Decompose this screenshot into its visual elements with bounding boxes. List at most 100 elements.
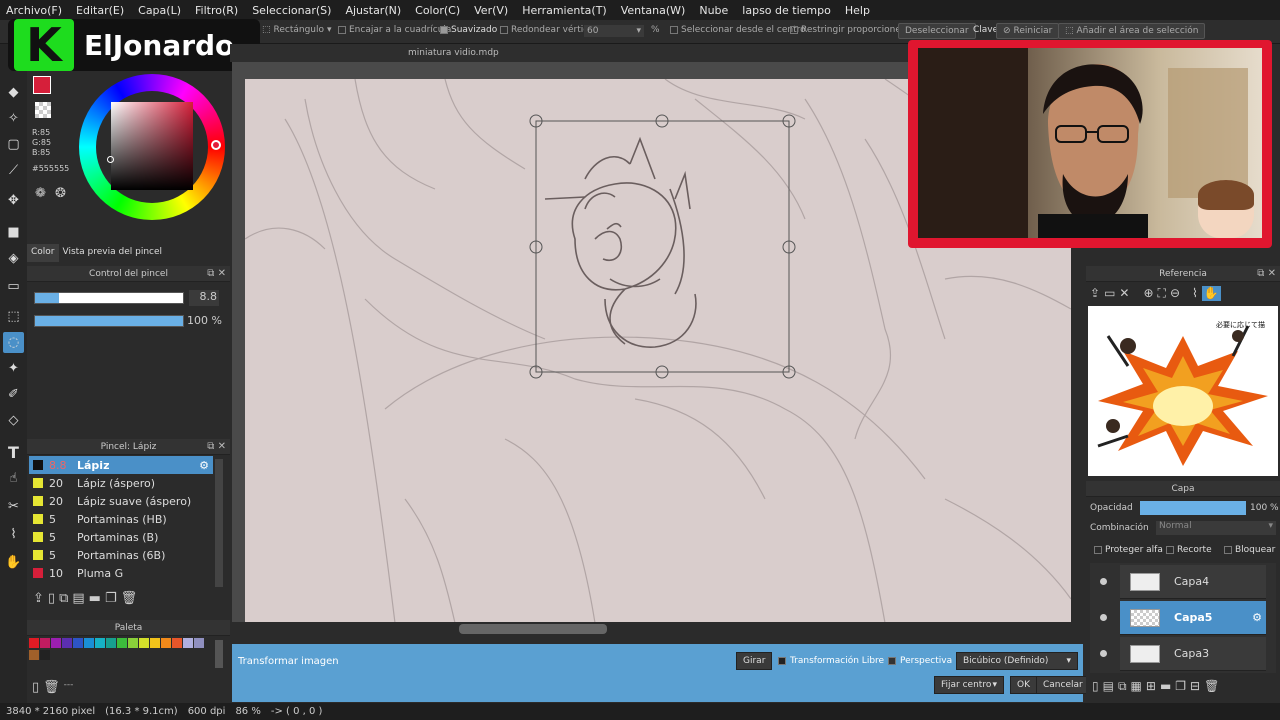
text-tool-icon[interactable]: T xyxy=(3,442,24,463)
smooth-checkbox[interactable]: Suavizado xyxy=(440,25,497,35)
eye-icon[interactable] xyxy=(1100,650,1107,657)
list-item[interactable]: 8.8 Lápiz ⚙ xyxy=(29,456,213,474)
new-halftone-icon[interactable]: ▤ xyxy=(1103,679,1114,694)
interpolation-select[interactable]: Bicúbico (Definido) ▾ xyxy=(956,652,1078,670)
operation-tool-icon[interactable]: ☝ xyxy=(3,468,24,489)
new-palette-icon[interactable]: ▯ xyxy=(32,680,39,695)
new-brush-icon[interactable]: ▯ xyxy=(48,591,55,606)
round-vertex-checkbox[interactable]: Redondear vértice xyxy=(500,25,594,35)
protect-alpha-checkbox[interactable]: Proteger alfa xyxy=(1094,545,1163,555)
hue-cursor[interactable] xyxy=(211,140,221,150)
brush-settings-icon[interactable]: ▤ xyxy=(72,591,84,606)
menu-lapso[interactable]: lapso de tiempo xyxy=(742,4,831,17)
hand-icon[interactable]: ✋ xyxy=(1201,286,1221,301)
palette-swatch[interactable] xyxy=(51,638,61,648)
foreground-color-swatch[interactable] xyxy=(33,76,51,94)
menu-color[interactable]: Color(C) xyxy=(415,4,460,17)
eye-icon[interactable] xyxy=(1100,578,1107,585)
palette-swatch[interactable] xyxy=(150,638,160,648)
rect-tool-icon[interactable]: ■ xyxy=(3,222,24,243)
round-value-input[interactable]: 60 ▾ xyxy=(584,25,644,37)
add-selection-button[interactable]: ⬚ Añadir el área de selección xyxy=(1058,23,1206,39)
shape-tool-icon[interactable]: ▢ xyxy=(3,134,24,155)
select-rect-icon[interactable]: ⬚ xyxy=(3,306,24,327)
rotate-button[interactable]: Girar xyxy=(736,652,773,670)
layer-row-selected[interactable]: Capa5 ⚙ xyxy=(1100,601,1266,635)
palette-swatch[interactable] xyxy=(194,638,204,648)
color-wheel[interactable] xyxy=(79,74,225,220)
menu-herramienta[interactable]: Herramienta(T) xyxy=(522,4,607,17)
select-eraser-icon[interactable]: ◇ xyxy=(3,410,24,431)
fix-center-select[interactable]: Fijar centro ▾ xyxy=(934,676,1004,694)
trash-icon[interactable]: 🗑 xyxy=(121,591,138,606)
trash-icon[interactable]: 🗑 xyxy=(43,680,60,695)
menu-nube[interactable]: Nube xyxy=(699,4,728,17)
eye-icon[interactable] xyxy=(1100,614,1107,621)
palette-swatch[interactable] xyxy=(29,638,39,648)
palette-swatch[interactable] xyxy=(62,638,72,648)
duplicate-layer-icon[interactable]: ⧉ xyxy=(1118,679,1127,694)
palette-swatch[interactable] xyxy=(106,638,116,648)
menu-filtro[interactable]: Filtro(R) xyxy=(195,4,238,17)
brush-list-scrollbar[interactable] xyxy=(215,459,223,587)
palette-swatch[interactable] xyxy=(95,638,105,648)
hand-tool-icon[interactable]: ✋ xyxy=(3,552,24,573)
eyedropper-icon[interactable]: ⌇ xyxy=(1192,286,1198,301)
list-item[interactable]: 20 Lápiz suave (áspero) xyxy=(29,492,213,510)
reference-image[interactable]: 必要に応じて描 xyxy=(1088,306,1278,476)
palette-swatch[interactable] xyxy=(29,650,39,660)
eraser-tool-icon[interactable]: ◆ xyxy=(3,82,24,103)
menu-archivo[interactable]: Archivo(F) xyxy=(6,4,62,17)
menu-ajustar[interactable]: Ajustar(N) xyxy=(345,4,401,17)
folder-open-icon[interactable]: ▭ xyxy=(1104,286,1115,301)
palette-swatch[interactable] xyxy=(172,638,182,648)
palette-swatch[interactable] xyxy=(139,638,149,648)
copy-icon[interactable]: ❐ xyxy=(105,591,117,606)
close-icon[interactable]: ⧉ ✕ xyxy=(207,268,226,279)
palette-swatch[interactable] xyxy=(40,650,50,660)
brush-opacity-slider[interactable] xyxy=(34,315,184,327)
folder-icon[interactable]: ▬ xyxy=(89,591,101,606)
palette-swatch[interactable] xyxy=(40,638,50,648)
layer-opacity-slider[interactable] xyxy=(1140,501,1246,515)
color-mode-icon[interactable]: ❁ xyxy=(35,186,46,201)
tab-color[interactable]: Color xyxy=(27,244,59,262)
upload-brush-icon[interactable]: ⇪ xyxy=(33,591,44,606)
divide-tool-icon[interactable]: ✂ xyxy=(3,496,24,517)
deselect-button[interactable]: Deseleccionar xyxy=(898,23,976,39)
magic-wand-icon[interactable]: ✦ xyxy=(3,358,24,379)
menu-help[interactable]: Help xyxy=(845,4,870,17)
brush-size-value[interactable]: 8.8 xyxy=(189,290,219,306)
layer-row[interactable]: Capa4 xyxy=(1100,565,1266,599)
line-tool-icon[interactable]: ⟋ xyxy=(3,160,24,181)
close-icon[interactable]: ⧉ ✕ xyxy=(1257,268,1276,279)
merge-icon[interactable]: ❐ xyxy=(1175,679,1186,694)
list-item[interactable]: 5 Portaminas (6B) xyxy=(29,546,213,564)
eyedropper-icon[interactable]: ⌇ xyxy=(3,524,24,545)
gear-icon[interactable]: ⚙ xyxy=(199,459,209,472)
fill-tool-icon[interactable]: ◈ xyxy=(3,248,24,269)
from-center-checkbox[interactable]: Seleccionar desde el centro xyxy=(670,25,806,35)
trash-icon[interactable]: 🗑 xyxy=(1204,679,1219,694)
new-layer-icon[interactable]: ▯ xyxy=(1092,679,1099,694)
restrict-checkbox[interactable]: Restringir proporciones xyxy=(790,25,906,35)
menu-seleccionar[interactable]: Seleccionar(S) xyxy=(252,4,331,17)
menu-capa[interactable]: Capa(L) xyxy=(138,4,181,17)
fit-icon[interactable]: ⛶ xyxy=(1158,286,1166,301)
list-item[interactable]: 10 Pluma G xyxy=(29,564,213,582)
menu-ver[interactable]: Ver(V) xyxy=(474,4,508,17)
magic-eraser-icon[interactable]: ✧ xyxy=(3,108,24,129)
palette-swatch[interactable] xyxy=(117,638,127,648)
duplicate-brush-icon[interactable]: ⧉ xyxy=(59,591,68,606)
palette-swatch[interactable] xyxy=(128,638,138,648)
list-item[interactable]: 5 Portaminas (B) xyxy=(29,528,213,546)
horizontal-scrollbar[interactable] xyxy=(232,622,1083,636)
layer-settings-icon[interactable]: ▦ xyxy=(1131,679,1142,694)
transparent-color-swatch[interactable] xyxy=(35,102,51,118)
layer-row[interactable]: Capa3 xyxy=(1100,637,1266,671)
clear-icon[interactable]: ⊟ xyxy=(1190,679,1200,694)
folder-icon[interactable]: ▬ xyxy=(1160,679,1171,694)
color-sample-icon[interactable]: ❂ xyxy=(55,186,66,201)
list-item[interactable]: 5 Portaminas (HB) xyxy=(29,510,213,528)
snap-grid-checkbox[interactable]: Encajar a la cuadrícula xyxy=(338,25,451,35)
